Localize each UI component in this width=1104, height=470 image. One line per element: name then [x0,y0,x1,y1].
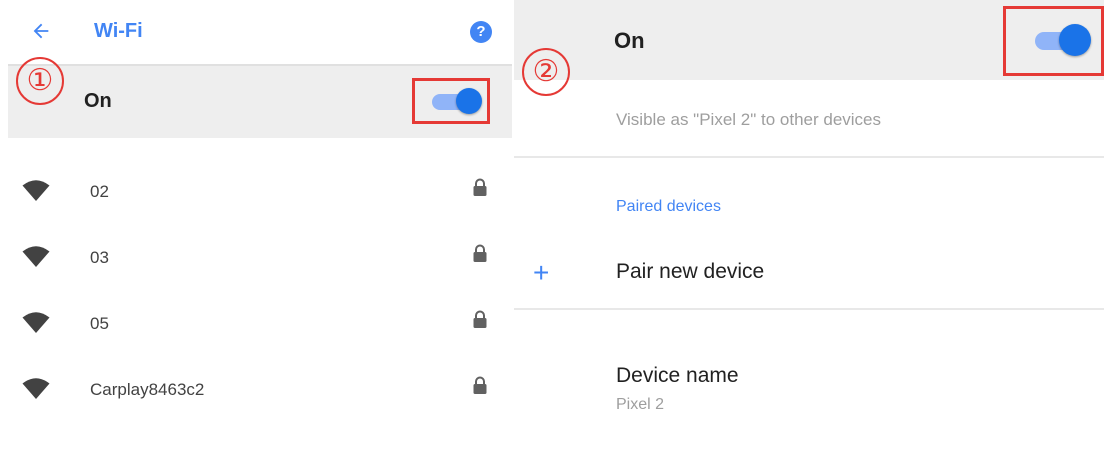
bluetooth-visibility-text: Visible as "Pixel 2" to other devices [616,110,882,129]
divider [514,308,1104,310]
wifi-icon [22,378,50,399]
wifi-on-label: On [84,90,112,112]
divider [514,156,1104,158]
annotation-badge-2: ② [522,48,570,96]
question-circle-icon[interactable]: ? [470,21,492,43]
wifi-network-name: Carplay8463c2 [90,380,205,399]
bluetooth-on-label: On [614,28,645,53]
wifi-network-name: 05 [90,314,109,333]
paired-devices-header: Paired devices [616,198,721,215]
wifi-network-name: 03 [90,248,109,267]
wifi-app-bar: Wi-Fi ? [8,0,512,66]
wifi-network-row[interactable]: 05 [8,292,512,356]
plus-icon[interactable]: + [533,259,549,287]
device-name-value: Pixel 2 [616,396,665,413]
bluetooth-toggle-switch[interactable] [1035,24,1095,56]
toggle-thumb [456,88,482,114]
lock-icon [473,244,487,262]
wifi-icon [22,246,50,267]
arrow-left-icon[interactable] [30,20,52,42]
wifi-icon [22,180,50,201]
page-title: Wi-Fi [94,20,143,42]
wifi-network-row[interactable]: 02 [8,160,512,224]
annotation-badge-1: ① [16,57,64,105]
wifi-network-row[interactable]: Carplay8463c2 [8,358,512,422]
device-name-item[interactable]: Device name [616,364,739,388]
wifi-icon [22,312,50,333]
pair-new-device-item[interactable]: Pair new device [616,260,764,284]
lock-icon [473,178,487,196]
lock-icon [473,376,487,394]
lock-icon [473,310,487,328]
wifi-network-name: 02 [90,182,109,201]
toggle-thumb [1059,24,1091,56]
wifi-network-row[interactable]: 03 [8,226,512,290]
wifi-toggle-switch[interactable] [432,88,486,114]
